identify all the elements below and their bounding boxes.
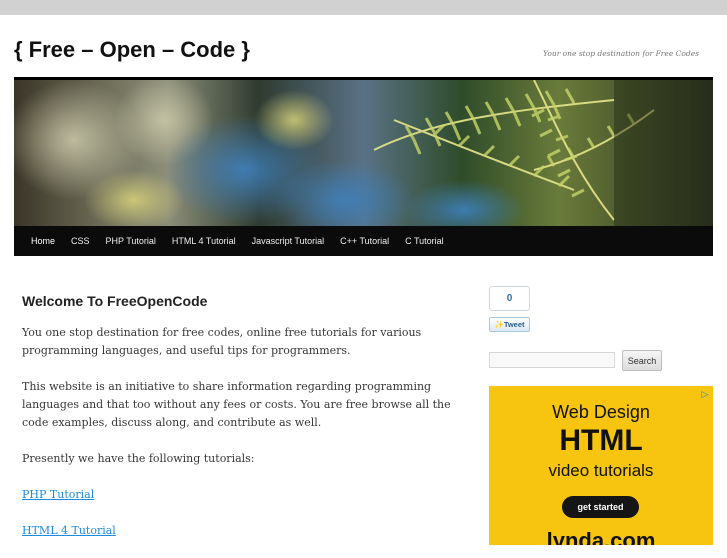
article-paragraph: This website is an initiative to share i… (22, 380, 451, 429)
nav-item-cpp-tutorial[interactable]: C++ Tutorial (332, 226, 397, 256)
main-navigation: Home CSS PHP Tutorial HTML 4 Tutorial Ja… (14, 226, 713, 256)
article-title[interactable]: Welcome To FreeOpenCode (22, 290, 472, 312)
ad-subtitle: video tutorials (548, 461, 654, 480)
search-button[interactable]: Search (622, 350, 662, 371)
html4-tutorial-link[interactable]: HTML 4 Tutorial (22, 524, 116, 537)
nav-item-html4-tutorial[interactable]: HTML 4 Tutorial (164, 226, 244, 256)
browser-top-bar (0, 0, 727, 15)
article-link-row: PHP Tutorial (22, 486, 472, 504)
tweet-button[interactable]: ✨Tweet (489, 317, 530, 332)
article-paragraph: Presently we have the following tutorial… (22, 452, 255, 465)
article-paragraph: You one stop destination for free codes,… (22, 326, 422, 357)
search-input[interactable] (489, 352, 615, 368)
main-content: Welcome To FreeOpenCode You one stop des… (22, 290, 472, 558)
ad-get-started-button[interactable]: get started (562, 496, 639, 518)
tweet-count: 0 (489, 286, 530, 311)
ad-choices-icon[interactable]: ▷ (700, 389, 710, 399)
php-tutorial-link[interactable]: PHP Tutorial (22, 488, 94, 501)
ad-brand-logo: lynda.com (546, 528, 656, 545)
nav-item-javascript-tutorial[interactable]: Javascript Tutorial (244, 226, 333, 256)
nav-item-css[interactable]: CSS (63, 226, 98, 256)
nav-item-c-tutorial[interactable]: C Tutorial (397, 226, 452, 256)
twitter-bird-icon: ✨ (494, 320, 504, 329)
ad-headline: Web Design (552, 402, 650, 422)
tweet-widget: 0 ✨Tweet (489, 286, 530, 332)
sidebar-advertisement[interactable]: ▷ Web Design HTML video tutorials get st… (489, 386, 713, 545)
header-banner-image (14, 80, 713, 226)
fern-illustration (14, 80, 713, 226)
site-tagline: Your one stop destination for Free Codes (543, 49, 699, 58)
nav-item-php-tutorial[interactable]: PHP Tutorial (98, 226, 164, 256)
nav-item-home[interactable]: Home (14, 226, 63, 256)
article-link-row: HTML 4 Tutorial (22, 522, 472, 540)
ad-title: HTML (559, 424, 643, 457)
site-title[interactable]: { Free – Open – Code } (14, 37, 250, 63)
tweet-button-label: Tweet (503, 320, 525, 329)
